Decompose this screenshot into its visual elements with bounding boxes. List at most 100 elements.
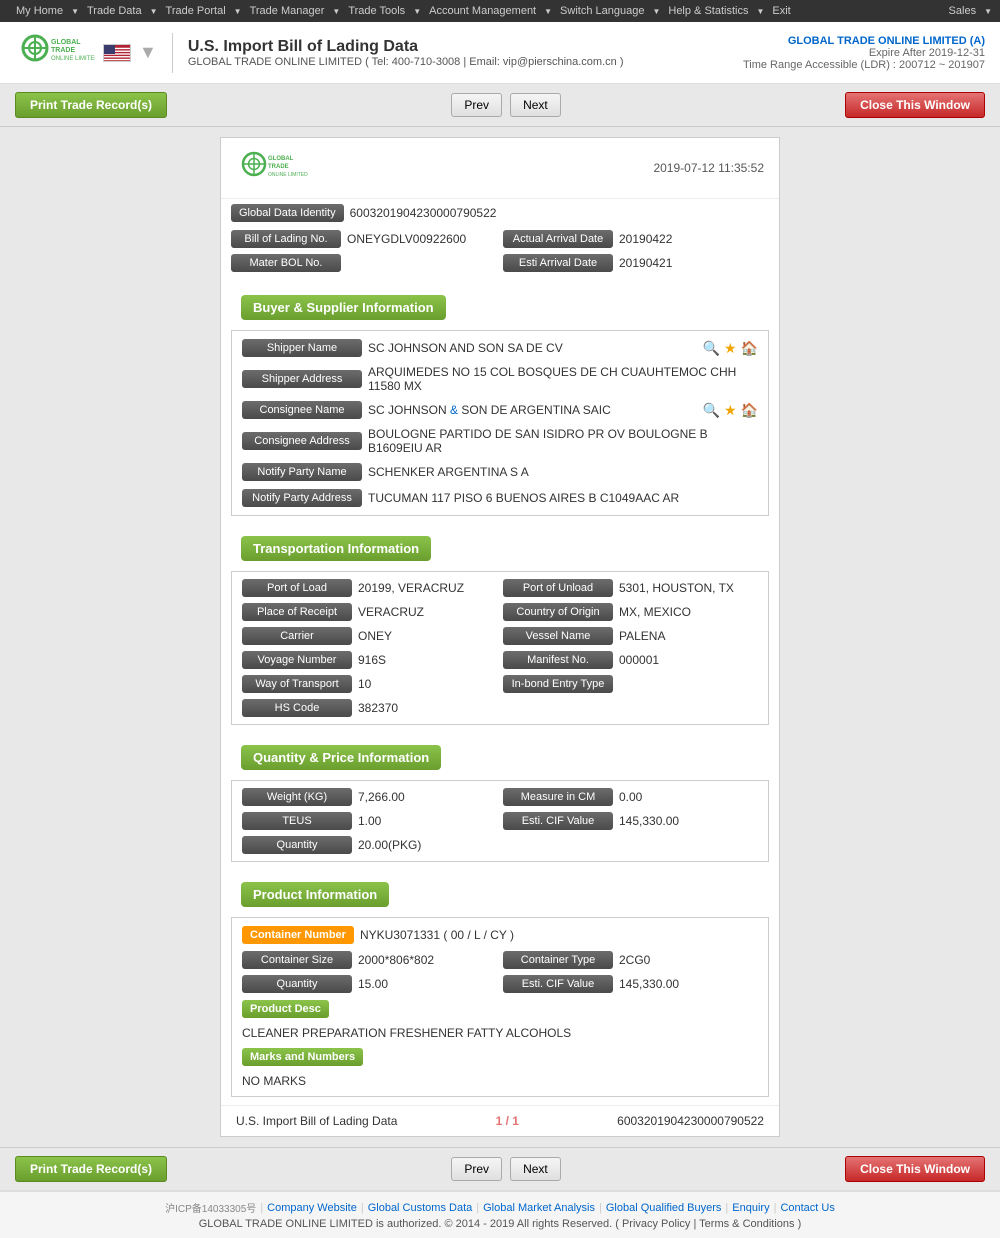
country-of-origin-col: Country of Origin MX, MEXICO [503,603,758,621]
header-right-info: GLOBAL TRADE ONLINE LIMITED (A) Expire A… [743,35,985,71]
prev-button-top[interactable]: Prev [451,93,502,117]
teus-cif-row: TEUS 1.00 Esti. CIF Value 145,330.00 [232,809,768,833]
nav-trade-tools[interactable]: Trade Tools [340,5,413,17]
port-of-load-col: Port of Load 20199, VERACRUZ [242,579,497,597]
footer-divider-5: | [725,1202,728,1214]
next-button-top[interactable]: Next [510,93,561,117]
nav-trade-data[interactable]: Trade Data [79,5,150,17]
nav-help-statistics[interactable]: Help & Statistics [660,5,756,17]
flag-dropdown-icon[interactable]: ▼ [139,42,157,63]
product-qty-cif-row: Quantity 15.00 Esti. CIF Value 145,330.0… [232,972,768,996]
transport-inbond-row: Way of Transport 10 In-bond Entry Type [232,672,768,696]
consignee-home-icon[interactable]: 🏠 [741,402,758,419]
in-bond-col: In-bond Entry Type [503,675,758,693]
manifest-col: Manifest No. 000001 [503,651,758,669]
port-of-unload-col: Port of Unload 5301, HOUSTON, TX [503,579,758,597]
esti-arrival-value: 20190421 [619,256,769,270]
next-button-bottom[interactable]: Next [510,1157,561,1181]
shipper-address-label: Shipper Address [242,370,362,388]
nav-sales[interactable]: Sales [941,5,985,17]
marks-numbers-label: Marks and Numbers [242,1048,363,1066]
product-quantity-label: Quantity [242,975,352,993]
shipper-name-row: Shipper Name SC JOHNSON AND SON SA DE CV… [232,335,768,361]
shipper-icons: 🔍 ★ 🏠 [703,340,758,357]
top-navigation: My Home▼ Trade Data▼ Trade Portal▼ Trade… [0,0,1000,22]
carrier-value: ONEY [358,629,497,643]
footer-link-company[interactable]: Company Website [267,1202,357,1214]
esti-arrival-label: Esti Arrival Date [503,254,613,272]
print-button-top[interactable]: Print Trade Record(s) [15,92,167,118]
footer-link-market-analysis[interactable]: Global Market Analysis [483,1202,595,1214]
ldr-range: Time Range Accessible (LDR) : 200712 ~ 2… [743,59,985,71]
top-toolbar: Print Trade Record(s) Prev Next Close Th… [0,84,1000,127]
container-number-row: Container Number NYKU3071331 ( 00 / L / … [232,922,768,948]
teus-value: 1.00 [358,814,497,828]
bol-no-value: ONEYGDLV00922600 [347,232,497,246]
container-size-type-row: Container Size 2000*806*802 Container Ty… [232,948,768,972]
nav-account-management[interactable]: Account Management [421,5,544,17]
footer-link-buyers[interactable]: Global Qualified Buyers [606,1202,722,1214]
carrier-vessel-row: Carrier ONEY Vessel Name PALENA [232,624,768,648]
shipper-address-value: ARQUIMEDES NO 15 COL BOSQUES DE CH CUAUH… [368,365,758,393]
nav-my-home[interactable]: My Home [8,5,71,17]
product-qty-col: Quantity 15.00 [242,975,497,993]
product-desc-label: Product Desc [242,1000,329,1018]
voyage-number-label: Voyage Number [242,651,352,669]
print-button-bottom[interactable]: Print Trade Record(s) [15,1156,167,1182]
document-area: GLOBAL TRADE ONLINE LIMITED 2019-07-12 1… [0,127,1000,1147]
voyage-manifest-row: Voyage Number 916S Manifest No. 000001 [232,648,768,672]
mater-bol-row: Mater BOL No. Esti Arrival Date 20190421 [221,251,779,275]
bol-row: Bill of Lading No. ONEYGDLV00922600 Actu… [221,227,779,251]
actual-arrival-label: Actual Arrival Date [503,230,613,248]
vessel-name-value: PALENA [619,629,758,643]
close-button-top[interactable]: Close This Window [845,92,985,118]
product-desc-value-row: CLEANER PREPARATION FRESHENER FATTY ALCO… [232,1022,768,1044]
prev-button-bottom[interactable]: Prev [451,1157,502,1181]
shipper-name-label: Shipper Name [242,339,362,357]
container-number-label: Container Number [242,926,354,944]
consignee-name-label: Consignee Name [242,401,362,419]
consignee-name-row: Consignee Name SC JOHNSON & SON DE ARGEN… [232,397,768,423]
esti-cif-value: 145,330.00 [619,814,758,828]
header-title-area: U.S. Import Bill of Lading Data GLOBAL T… [188,38,624,68]
container-size-label: Container Size [242,951,352,969]
mater-bol-label: Mater BOL No. [231,254,341,272]
shipper-name-value: SC JOHNSON AND SON SA DE CV [368,341,697,355]
nav-trade-manager[interactable]: Trade Manager [242,5,333,17]
product-desc-value: CLEANER PREPARATION FRESHENER FATTY ALCO… [242,1026,758,1040]
svg-text:TRADE: TRADE [51,47,75,54]
manifest-no-value: 000001 [619,653,758,667]
star-icon[interactable]: ★ [724,340,737,357]
bol-col: Bill of Lading No. ONEYGDLV00922600 [231,230,497,248]
esti-cif-col: Esti. CIF Value 145,330.00 [503,812,758,830]
consignee-address-value: BOULOGNE PARTIDO DE SAN ISIDRO PR OV BOU… [368,427,758,455]
port-of-load-label: Port of Load [242,579,352,597]
document-card: GLOBAL TRADE ONLINE LIMITED 2019-07-12 1… [220,137,780,1137]
footer-link-enquiry[interactable]: Enquiry [732,1202,769,1214]
transportation-section: Transportation Information [231,526,769,566]
record-page-number: 1 / 1 [496,1114,519,1128]
close-button-bottom[interactable]: Close This Window [845,1156,985,1182]
nav-exit[interactable]: Exit [764,5,798,17]
bottom-toolbar: Print Trade Record(s) Prev Next Close Th… [0,1147,1000,1190]
consignee-icons: 🔍 ★ 🏠 [703,402,758,419]
footer-links-row: 沪ICP备14033305号 | Company Website | Globa… [15,1200,985,1215]
marks-label-row: Marks and Numbers [232,1044,768,1070]
nav-trade-portal[interactable]: Trade Portal [158,5,234,17]
home-icon[interactable]: 🏠 [741,340,758,357]
nav-switch-language[interactable]: Switch Language [552,5,652,17]
search-icon[interactable]: 🔍 [703,340,720,357]
footer-link-global-customs[interactable]: Global Customs Data [368,1202,473,1214]
footer-link-contact[interactable]: Contact Us [780,1202,834,1214]
buyer-supplier-container: Shipper Name SC JOHNSON AND SON SA DE CV… [231,330,769,516]
esti-arrival-col: Esti Arrival Date 20190421 [503,254,769,272]
consignee-star-icon[interactable]: ★ [724,402,737,419]
footer-divider-4: | [599,1202,602,1214]
svg-text:ONLINE LIMITED: ONLINE LIMITED [268,172,308,178]
quantity-label: Quantity [242,836,352,854]
footer-divider-3: | [476,1202,479,1214]
consignee-search-icon[interactable]: 🔍 [703,402,720,419]
product-esti-cif-label: Esti. CIF Value [503,975,613,993]
footer-divider-6: | [774,1202,777,1214]
global-data-identity-label: Global Data Identity [231,204,344,222]
